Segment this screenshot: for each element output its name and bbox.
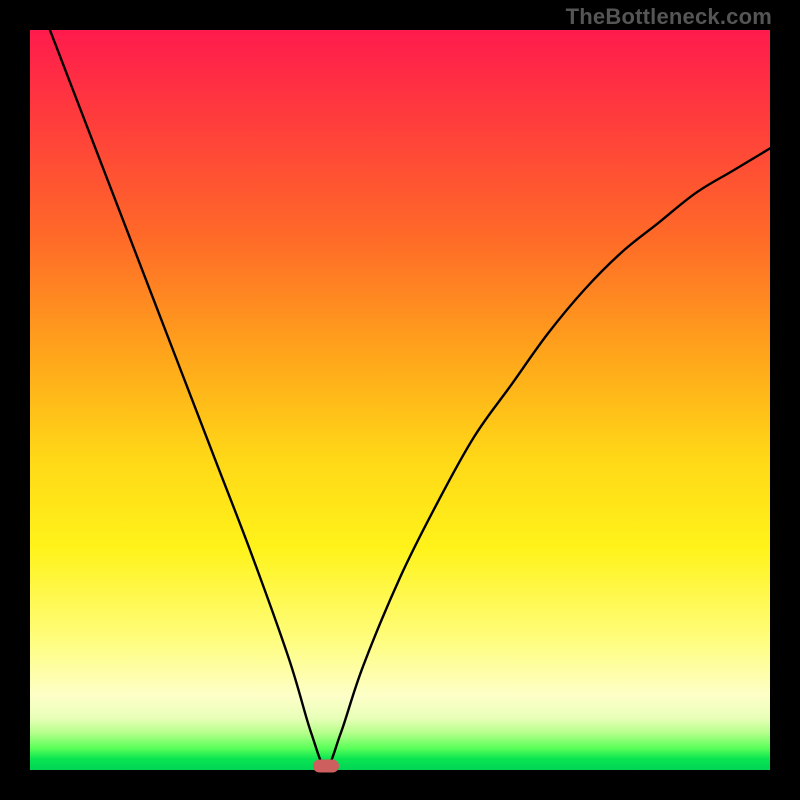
bottleneck-curve xyxy=(30,30,770,766)
watermark-text: TheBottleneck.com xyxy=(566,4,772,30)
chart-frame: TheBottleneck.com xyxy=(0,0,800,800)
plot-area xyxy=(30,30,770,770)
curve-svg xyxy=(30,30,770,770)
min-marker xyxy=(313,760,339,773)
